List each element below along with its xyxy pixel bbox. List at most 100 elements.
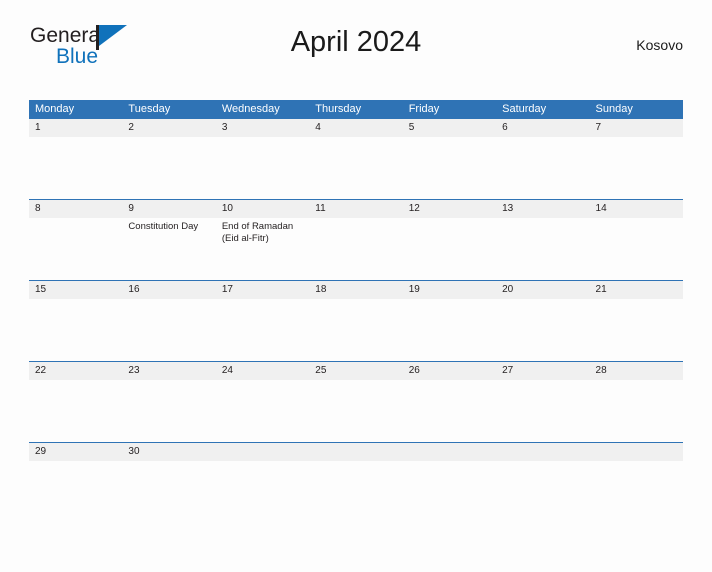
day-cell[interactable]: 28 bbox=[590, 362, 683, 442]
day-cell[interactable]: 15 bbox=[29, 281, 122, 361]
day-cell[interactable]: 12 bbox=[403, 200, 496, 280]
day-cell[interactable]: 3 bbox=[216, 119, 309, 199]
day-number: 30 bbox=[128, 446, 140, 457]
day-cell[interactable]: 27 bbox=[496, 362, 589, 442]
day-events bbox=[596, 137, 683, 140]
day-cell-empty bbox=[403, 443, 496, 523]
day-events bbox=[35, 137, 122, 140]
day-number: 19 bbox=[408, 284, 420, 295]
week-row: 1 2 3 4 5 6 7 bbox=[29, 118, 683, 199]
calendar-page: General Blue April 2024 Kosovo Monday Tu… bbox=[0, 22, 712, 572]
day-number: 27 bbox=[502, 365, 514, 376]
day-cell[interactable]: 9 Constitution Day bbox=[122, 200, 215, 280]
day-cell[interactable]: 6 bbox=[496, 119, 589, 199]
day-cell[interactable]: 4 bbox=[309, 119, 402, 199]
day-number: 22 bbox=[35, 365, 47, 376]
day-events: End of Ramadan (Eid al-Fitr) bbox=[222, 218, 309, 245]
day-number: 5 bbox=[408, 122, 415, 133]
day-events bbox=[315, 218, 402, 221]
day-cell-empty bbox=[216, 443, 309, 523]
day-events bbox=[596, 218, 683, 221]
day-events bbox=[315, 137, 402, 140]
day-number: 14 bbox=[595, 203, 607, 214]
day-number: 15 bbox=[35, 284, 47, 295]
day-cell[interactable]: 18 bbox=[309, 281, 402, 361]
day-number: 28 bbox=[595, 365, 607, 376]
day-events bbox=[502, 380, 589, 383]
day-cell[interactable]: 19 bbox=[403, 281, 496, 361]
day-events bbox=[222, 380, 309, 383]
page-title: April 2024 bbox=[290, 26, 422, 58]
weekday-tuesday: Tuesday bbox=[128, 103, 171, 115]
day-cell-empty bbox=[309, 443, 402, 523]
calendar-grid: Monday Tuesday Wednesday Thursday Friday… bbox=[29, 100, 683, 523]
day-number: 21 bbox=[595, 284, 607, 295]
day-cell[interactable]: 30 bbox=[122, 443, 215, 523]
week-row: 8 9 Constitution Day 10 End of Ramadan (… bbox=[29, 199, 683, 280]
day-events bbox=[409, 299, 496, 302]
day-cell[interactable]: 26 bbox=[403, 362, 496, 442]
day-number: 23 bbox=[128, 365, 140, 376]
day-events bbox=[128, 299, 215, 302]
weekday-sunday: Sunday bbox=[595, 103, 633, 115]
day-cell[interactable]: 16 bbox=[122, 281, 215, 361]
day-number: 12 bbox=[408, 203, 420, 214]
day-cell[interactable]: 22 bbox=[29, 362, 122, 442]
day-cell[interactable]: 7 bbox=[590, 119, 683, 199]
weekday-friday: Friday bbox=[408, 103, 440, 115]
day-number: 10 bbox=[221, 203, 233, 214]
day-cell[interactable]: 17 bbox=[216, 281, 309, 361]
day-events bbox=[128, 461, 215, 464]
day-number: 11 bbox=[315, 203, 326, 214]
day-number: 26 bbox=[408, 365, 420, 376]
week-row: 29 30 bbox=[29, 442, 683, 523]
day-cell[interactable]: 24 bbox=[216, 362, 309, 442]
day-cell[interactable]: 29 bbox=[29, 443, 122, 523]
country-label: Kosovo bbox=[636, 37, 683, 53]
day-cell-empty bbox=[496, 443, 589, 523]
day-cell[interactable]: 1 bbox=[29, 119, 122, 199]
day-events bbox=[409, 380, 496, 383]
day-cell[interactable]: 20 bbox=[496, 281, 589, 361]
day-cell[interactable]: 23 bbox=[122, 362, 215, 442]
day-events: Constitution Day bbox=[128, 218, 215, 233]
event-label: Constitution Day bbox=[128, 221, 199, 232]
weekday-thursday: Thursday bbox=[315, 103, 362, 115]
day-number: 1 bbox=[35, 122, 41, 133]
day-number: 29 bbox=[35, 446, 47, 457]
day-cell[interactable]: 10 End of Ramadan (Eid al-Fitr) bbox=[216, 200, 309, 280]
day-cell[interactable]: 21 bbox=[590, 281, 683, 361]
day-cell[interactable]: 2 bbox=[122, 119, 215, 199]
day-events bbox=[315, 299, 402, 302]
day-cell[interactable]: 14 bbox=[590, 200, 683, 280]
day-events bbox=[35, 218, 122, 221]
day-number: 3 bbox=[221, 122, 228, 133]
day-events bbox=[35, 461, 122, 464]
day-events bbox=[409, 218, 496, 221]
day-cell[interactable]: 5 bbox=[403, 119, 496, 199]
day-cell-empty bbox=[590, 443, 683, 523]
day-number: 8 bbox=[35, 203, 41, 214]
day-cell[interactable]: 13 bbox=[496, 200, 589, 280]
day-cell[interactable]: 8 bbox=[29, 200, 122, 280]
day-events bbox=[35, 380, 122, 383]
day-events bbox=[35, 299, 122, 302]
day-cell[interactable]: 25 bbox=[309, 362, 402, 442]
day-number: 6 bbox=[502, 122, 508, 133]
day-number: 24 bbox=[221, 365, 233, 376]
day-number: 9 bbox=[128, 203, 134, 214]
day-events bbox=[128, 380, 215, 383]
day-number: 4 bbox=[315, 122, 321, 133]
day-events bbox=[502, 218, 589, 221]
page-header: General Blue April 2024 Kosovo bbox=[29, 22, 683, 74]
weekday-header-row: Monday Tuesday Wednesday Thursday Friday… bbox=[29, 100, 683, 118]
day-number: 2 bbox=[128, 122, 134, 133]
day-number: 17 bbox=[221, 284, 233, 295]
weekday-wednesday: Wednesday bbox=[221, 103, 280, 115]
event-label-continued: (Eid al-Fitr) bbox=[221, 233, 269, 244]
weekday-monday: Monday bbox=[35, 103, 75, 115]
week-row: 22 23 24 25 26 27 28 bbox=[29, 361, 683, 442]
day-events bbox=[596, 299, 683, 302]
day-events bbox=[222, 137, 309, 140]
day-cell[interactable]: 11 bbox=[309, 200, 402, 280]
